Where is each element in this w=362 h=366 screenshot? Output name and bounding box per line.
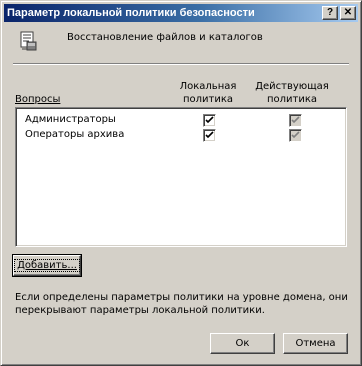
effective-policy-checkbox [289,114,302,127]
groups-listbox[interactable]: Администраторы Операторы архива [15,107,347,247]
local-policy-header-line1: Локальная [179,81,237,92]
cancel-button[interactable]: Отмена [283,333,348,354]
effective-policy-column-header: Действующая политика [255,80,329,106]
local-policy-checkbox[interactable] [203,114,216,127]
add-button-label: Добавить... [14,259,80,272]
add-button[interactable]: Добавить... [12,254,82,277]
effective-policy-checkbox [289,129,302,142]
checkmark-icon [205,116,214,124]
domain-policy-note: Если определены параметры политики на ур… [15,291,349,317]
window-title: Параметр локальной политики безопасности [7,7,255,19]
close-button[interactable]: ✕ [340,6,356,20]
header-divider [13,63,349,65]
local-policy-header-line2: политика [182,94,234,105]
list-item[interactable]: Администраторы [18,113,344,128]
dialog-window: Параметр локальной политики безопасности… [0,0,362,366]
policy-name: Восстановление файлов и каталогов [67,32,263,43]
note-line-1: Если определены параметры политики на ур… [15,292,348,303]
group-column-header: Вопросы [15,94,61,105]
local-policy-column-header: Локальная политика [177,80,239,106]
local-policy-checkbox[interactable] [203,129,216,142]
list-item[interactable]: Операторы архива [18,128,344,143]
effective-policy-header-line2: политика [266,94,318,105]
note-line-2: перекрывают параметры локальной политики… [15,305,265,316]
group-name: Администраторы [25,114,116,125]
ok-button[interactable]: Ок [210,333,275,354]
help-button[interactable]: ? [322,6,338,20]
checkmark-icon [205,131,214,139]
title-bar[interactable]: Параметр локальной политики безопасности… [4,4,358,22]
checkmark-icon [291,116,300,124]
checkmark-icon [291,131,300,139]
group-name: Операторы архива [25,129,125,140]
policy-document-icon [20,31,37,51]
effective-policy-header-line1: Действующая [255,81,329,92]
